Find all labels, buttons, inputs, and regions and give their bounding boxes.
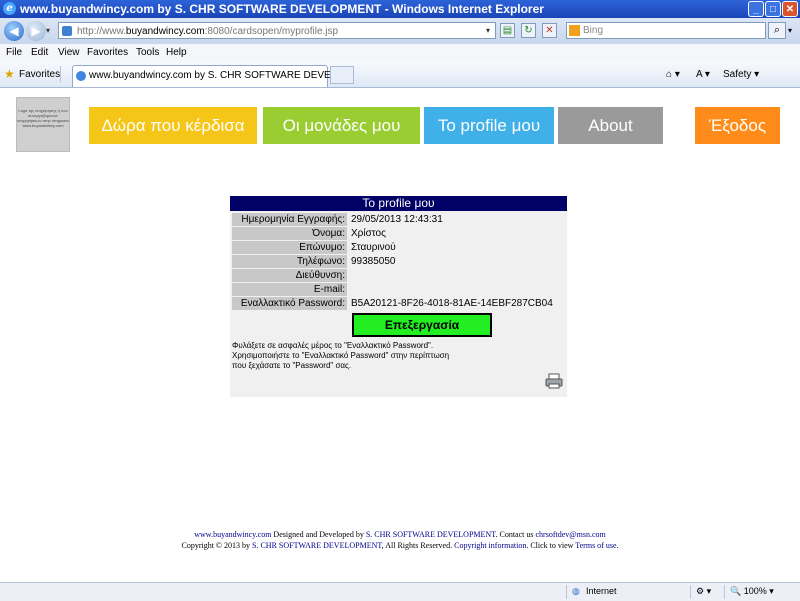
menu-bar: File Edit View Favorites Tools Help (0, 44, 800, 63)
security-zone: Internet (586, 586, 617, 596)
field-value: Χρίστος (351, 228, 386, 239)
profile-row: E-mail: (230, 283, 567, 296)
nav-about[interactable]: About (558, 107, 663, 144)
search-button[interactable]: ⌕ (768, 22, 786, 39)
stop-icon[interactable]: ✕ (542, 23, 557, 38)
profile-title: Το profile μου (230, 196, 567, 211)
recent-pages-dropdown-icon[interactable]: ▾ (46, 26, 50, 35)
footer-line-1: www.buyandwincy.com Designed and Develop… (0, 530, 800, 539)
safety-menu[interactable]: Safety ▾ (723, 69, 759, 80)
search-placeholder: Bing (583, 25, 604, 36)
footer-text: Designed and Developed by (271, 530, 366, 539)
tab-title: www.buyandwincy.com by S. CHR SOFTWARE D… (89, 70, 345, 81)
field-label: Τηλέφωνο: (232, 255, 347, 268)
footer-site-link[interactable]: www.buyandwincy.com (194, 530, 271, 539)
field-label: Όνομα: (232, 227, 347, 240)
profile-row: Τηλέφωνο: 99385050 (230, 255, 567, 268)
field-label: Εναλλακτικό Password: (232, 297, 347, 310)
protected-mode-icon[interactable]: ⚙ ▾ (696, 586, 711, 597)
browser-tab[interactable]: www.buyandwincy.com by S. CHR SOFTWARE D… (72, 65, 345, 87)
profile-row: Διεύθυνση: (230, 269, 567, 282)
compatibility-view-icon[interactable]: ▤ (500, 23, 515, 38)
globe-icon: ◍ (572, 586, 580, 596)
copyright-info-link[interactable]: Copyright information (454, 541, 526, 550)
favorites-button[interactable]: Favorites (19, 69, 60, 80)
print-icon[interactable] (545, 373, 563, 389)
field-label: Ημερομηνία Εγγραφής: (232, 213, 347, 226)
profile-row: Εναλλακτικό Password: B5A20121-8F26-4018… (230, 297, 567, 310)
zoom-level: 100% (743, 586, 767, 596)
nav-my-profile[interactable]: Το profile μου (424, 107, 554, 144)
footer-text: . (616, 541, 619, 550)
favorites-bar: ★ Favorites www.buyandwincy.com by S. CH… (0, 62, 800, 88)
new-tab-button[interactable] (330, 66, 354, 84)
favorites-divider (60, 66, 71, 82)
minimize-button[interactable]: _ (748, 1, 764, 17)
close-button[interactable]: ✕ (782, 1, 798, 17)
footer-company-link-2[interactable]: S. CHR SOFTWARE DEVELOPMENT (252, 541, 382, 550)
nav-logout[interactable]: Έξοδος (695, 107, 780, 144)
field-value: 29/05/2013 12:43:31 (351, 214, 443, 225)
business-logo: Logo της επιχείρησης ή των συνεργαζόμενω… (16, 97, 70, 152)
status-divider (690, 585, 691, 599)
status-divider (724, 585, 725, 599)
menu-edit[interactable]: Edit (31, 47, 48, 58)
nav-my-points[interactable]: Οι μονάδες μου (263, 107, 420, 144)
zoom-control[interactable]: 🔍 100% ▾ (730, 586, 774, 597)
logo-text: Logo της επιχείρησης ή των συνεργαζόμενω… (17, 108, 69, 128)
footer-line-2: Copyright © 2013 by S. CHR SOFTWARE DEVE… (0, 541, 800, 550)
navigation-bar: ◀ ▶ ▾ http://www.buyandwincy.com:8080/ca… (0, 18, 800, 44)
favorites-star-icon[interactable]: ★ (4, 68, 15, 80)
profile-row: Επώνυμο: Σταυρινού (230, 241, 567, 254)
field-value: 99385050 (351, 256, 396, 267)
footer-text: . Click to view (526, 541, 576, 550)
address-bar[interactable]: http://www.buyandwincy.com:8080/cardsope… (58, 22, 496, 39)
menu-tools[interactable]: Tools (136, 47, 159, 58)
profile-panel: Το profile μου Ημερομηνία Εγγραφής: 29/0… (230, 196, 567, 397)
terms-of-use-link[interactable]: Terms of use (575, 541, 616, 550)
note-line: Φυλάξετε σε ασφαλές μέρος το "Εναλλακτικ… (232, 341, 434, 350)
footer-text: Copyright © 2013 by (181, 541, 253, 550)
menu-file[interactable]: File (6, 47, 22, 58)
home-icon[interactable]: ⌂ ▾ (666, 69, 680, 80)
status-bar: ◍ Internet ⚙ ▾ 🔍 100% ▾ (0, 582, 800, 601)
ie-logo-icon: e (3, 2, 16, 15)
password-note: Φυλάξετε σε ασφαλές μέρος το "Εναλλακτικ… (232, 341, 532, 371)
refresh-icon[interactable]: ↻ (521, 23, 536, 38)
profile-row: Όνομα: Χρίστος (230, 227, 567, 240)
back-button[interactable]: ◀ (4, 21, 24, 41)
note-line: Χρησιμοποιήστε το "Εναλλακτικό Password"… (232, 351, 450, 360)
search-input[interactable]: Bing (566, 22, 766, 39)
menu-help[interactable]: Help (166, 47, 187, 58)
nav-prizes-won[interactable]: Δώρα που κέρδισα (89, 107, 257, 144)
address-url: http://www.buyandwincy.com:8080/cardsope… (77, 26, 339, 37)
note-line: που ξεχάσατε το "Password" σας. (232, 361, 352, 370)
search-options-dropdown-icon[interactable]: ▾ (788, 26, 792, 35)
footer-company-link[interactable]: S. CHR SOFTWARE DEVELOPMENT (366, 530, 496, 539)
profile-row: Ημερομηνία Εγγραφής: 29/05/2013 12:43:31 (230, 213, 567, 226)
menu-view[interactable]: View (58, 47, 80, 58)
address-dropdown-icon[interactable]: ▾ (483, 26, 493, 35)
footer-text: , All Rights Reserved. (381, 541, 455, 550)
forward-button[interactable]: ▶ (26, 21, 46, 41)
window-title: www.buyandwincy.com by S. CHR SOFTWARE D… (20, 2, 544, 16)
footer-text: . Contact us (495, 530, 536, 539)
status-divider (566, 585, 567, 599)
field-value: B5A20121-8F26-4018-81AE-14EBF287CB04 (351, 298, 553, 309)
maximize-button[interactable]: □ (765, 1, 781, 17)
field-label: Διεύθυνση: (232, 269, 347, 282)
page-icon (62, 26, 72, 36)
bing-icon (569, 25, 580, 36)
field-value: Σταυρινού (351, 242, 396, 253)
field-label: Επώνυμο: (232, 241, 347, 254)
footer-email-link[interactable]: chrsoftdev@msn.com (535, 530, 605, 539)
window-title-bar: e www.buyandwincy.com by S. CHR SOFTWARE… (0, 0, 800, 18)
field-label: E-mail: (232, 283, 347, 296)
feeds-icon[interactable]: A ▾ (696, 69, 710, 80)
edit-profile-button[interactable]: Επεξεργασία (352, 313, 492, 337)
tab-page-icon (76, 71, 86, 81)
menu-favorites[interactable]: Favorites (87, 47, 128, 58)
